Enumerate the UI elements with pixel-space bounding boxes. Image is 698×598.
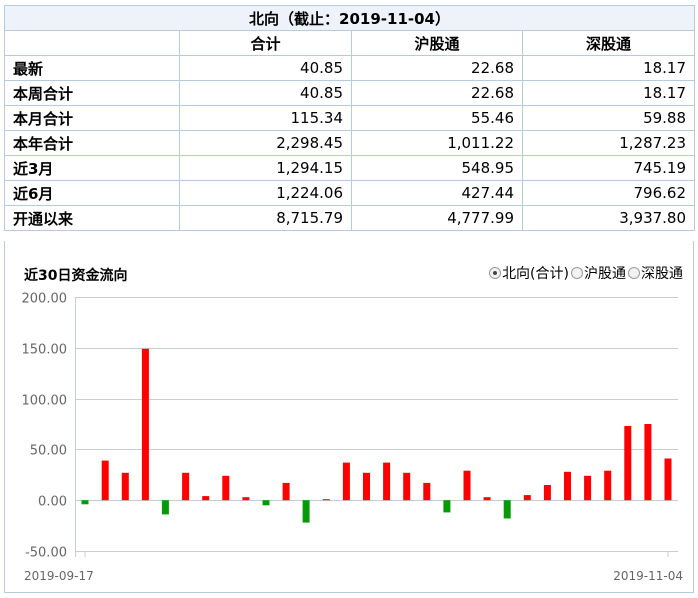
bar: [443, 500, 451, 513]
bar: [523, 495, 531, 501]
bar: [644, 424, 652, 501]
row-label: 本周合计: [4, 80, 180, 106]
bar: [503, 500, 511, 519]
header-total: 合计: [179, 30, 352, 56]
flow-bar-chart: 200.00 150.00 100.00 50.00 0.00 -50.00 2019-09…: [22, 292, 684, 584]
y-tick-label: 100.00: [22, 394, 68, 409]
bar: [182, 472, 190, 501]
cell-total: 40.85: [179, 80, 352, 106]
bar: [222, 475, 230, 501]
x-tick-label: 2019-11-04: [613, 569, 683, 583]
bar: [584, 475, 592, 501]
bar: [322, 499, 330, 501]
cell-shanghai: 55.46: [351, 105, 523, 131]
bar: [161, 500, 169, 515]
table-row: 近3月 1,294.15 548.95 745.19: [4, 155, 696, 181]
table-row: 本周合计 40.85 22.68 18.17: [4, 80, 696, 106]
table-row: 近6月 1,224.06 427.44 796.62: [4, 180, 696, 206]
y-tick-label: 50.00: [30, 444, 67, 459]
bar: [202, 496, 210, 501]
bar: [624, 426, 632, 501]
flow-chart-panel: 近30日资金流向 北向(合计) 沪股通 深股通 200.00 150.00 100.…: [4, 241, 694, 593]
cell-shanghai: 548.95: [351, 155, 523, 181]
table-row: 最新 40.85 22.68 18.17: [4, 55, 696, 81]
bar: [483, 497, 491, 501]
northbound-panel: 北向（截止：2019-11-04） 合计 沪股通 深股通 最新 40.85 22…: [3, 5, 696, 598]
row-label: 最新: [4, 55, 180, 81]
bar: [282, 482, 290, 501]
bar: [141, 348, 149, 501]
header-shenzhen-connect: 深股通: [521, 30, 696, 56]
cell-shanghai: 4,777.99: [351, 205, 523, 231]
bar: [363, 472, 370, 501]
cell-total: 1,294.15: [179, 155, 352, 181]
bar: [81, 500, 89, 505]
header-blank: [4, 30, 180, 56]
y-tick-label: 150.00: [22, 343, 68, 358]
row-label: 本月合计: [4, 105, 180, 131]
cell-shenzhen: 59.88: [521, 105, 696, 131]
table-row: 开通以来 8,715.79 4,777.99 3,937.80: [4, 205, 696, 231]
cell-shanghai: 427.44: [351, 180, 523, 206]
y-tick-label: 200.00: [22, 292, 68, 307]
cell-shenzhen: 18.17: [521, 80, 696, 106]
bar: [342, 462, 350, 501]
cell-total: 115.34: [179, 105, 352, 131]
row-label: 近3月: [4, 155, 180, 181]
row-label: 近6月: [4, 180, 180, 206]
bar: [463, 470, 471, 501]
bar: [383, 462, 391, 501]
table-row: 本年合计 2,298.45 1,011.22 1,287.23: [4, 130, 696, 156]
row-label: 本年合计: [4, 130, 180, 156]
cell-shenzhen: 3,937.80: [521, 205, 696, 231]
cell-shenzhen: 18.17: [521, 55, 696, 81]
bar: [664, 458, 672, 501]
summary-title-row: 北向（截止：2019-11-04）: [3, 5, 696, 31]
summary-header-row: 合计 沪股通 深股通: [4, 30, 696, 56]
bar: [543, 485, 551, 501]
bar: [423, 482, 431, 501]
y-tick-label: 0.00: [38, 495, 67, 510]
cell-total: 2,298.45: [179, 130, 352, 156]
x-tick-label: 2019-09-17: [24, 569, 94, 583]
cell-total: 40.85: [179, 55, 352, 81]
cell-shenzhen: 796.62: [521, 180, 696, 206]
bar: [121, 472, 129, 501]
row-label: 开通以来: [4, 205, 180, 231]
bar: [101, 460, 109, 501]
bar: [403, 472, 411, 501]
bar: [604, 470, 612, 501]
bar: [242, 497, 250, 501]
table-row: 本月合计 115.34 55.46 59.88: [4, 105, 696, 131]
cell-total: 8,715.79: [179, 205, 352, 231]
header-shanghai-connect: 沪股通: [351, 30, 523, 56]
summary-title: 北向（截止：2019-11-04）: [3, 5, 696, 31]
cell-shenzhen: 1,287.23: [521, 130, 696, 156]
bar: [302, 500, 310, 523]
bar: [262, 500, 270, 506]
cell-shenzhen: 745.19: [521, 155, 696, 181]
summary-table: 北向（截止：2019-11-04） 合计 沪股通 深股通 最新 40.85 22…: [3, 5, 696, 231]
cell-shanghai: 22.68: [351, 80, 523, 106]
bar: [564, 471, 571, 501]
cell-shanghai: 1,011.22: [351, 130, 523, 156]
cell-shanghai: 22.68: [351, 55, 523, 81]
y-tick-label: -50.00: [25, 546, 67, 561]
cell-total: 1,224.06: [179, 180, 352, 206]
